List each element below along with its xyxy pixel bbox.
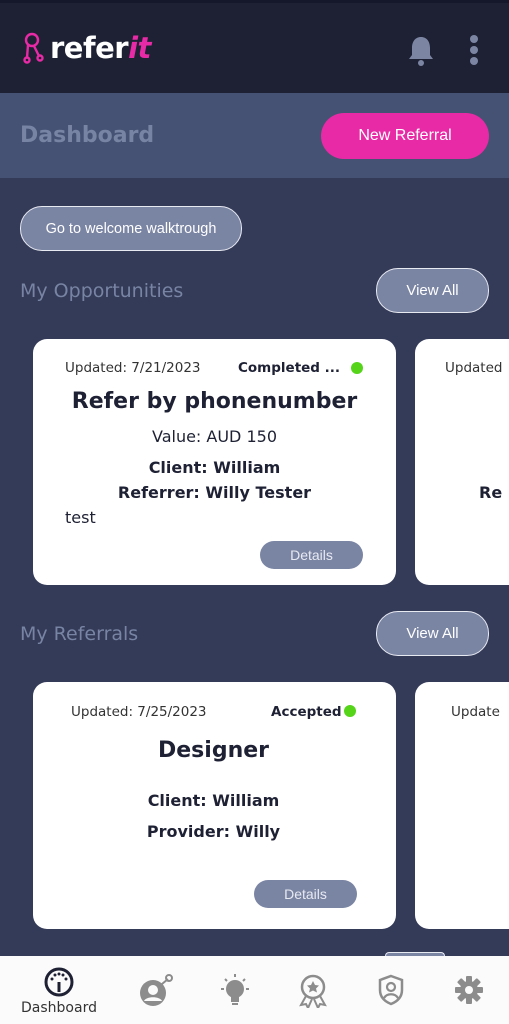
logo-text: refer: [50, 31, 129, 65]
gear-icon: [455, 976, 483, 1004]
shield-user-icon: [378, 974, 404, 1006]
bottom-nav: Dashboard: [0, 956, 509, 1024]
card-title: Refer by phonenumber: [71, 389, 358, 414]
lightbulb-icon: [221, 974, 249, 1005]
view-all-referrals-button[interactable]: View All: [376, 611, 489, 656]
logo-accent: it: [128, 31, 151, 65]
section-title-referrals: My Referrals: [20, 623, 139, 645]
card-value: Value: AUD 150: [151, 427, 277, 446]
nav-item-referrals[interactable]: [138, 974, 174, 1008]
details-button[interactable]: Details: [254, 880, 357, 908]
referral-card[interactable]: Update: [415, 682, 509, 929]
opportunity-card[interactable]: Updated: 7/21/2023 Completed ... Refer b…: [33, 339, 396, 585]
bell-icon[interactable]: [406, 35, 436, 67]
updated-date: Update: [451, 704, 500, 720]
card-client: Client: William: [147, 791, 280, 810]
updated-date: Updated: 7/25/2023: [71, 704, 207, 720]
section-title-opportunities: My Opportunities: [20, 280, 184, 302]
welcome-walkthrough-button[interactable]: Go to welcome walktrough: [20, 206, 242, 251]
nav-item-rewards[interactable]: [298, 974, 328, 1008]
updated-date: Updated: 7/21/2023: [65, 360, 201, 376]
nav-item-profile[interactable]: [377, 974, 405, 1006]
logo-icon: [23, 32, 44, 64]
status-dot: [344, 705, 356, 717]
card-provider: Provider: Willy: [146, 822, 281, 841]
status-label: Completed ...: [238, 360, 341, 376]
status-dot: [351, 362, 363, 374]
card-client: Client: William: [148, 458, 281, 477]
user-referral-icon: [140, 974, 173, 1006]
nav-label: Dashboard: [21, 1000, 97, 1016]
opportunity-card[interactable]: Updated Re: [415, 339, 509, 585]
referral-card[interactable]: Updated: 7/25/2023 Accepted Designer Cli…: [33, 682, 396, 929]
view-all-opportunities-button[interactable]: View All: [376, 268, 489, 313]
nav-item-settings[interactable]: [455, 976, 483, 1004]
card-note: test: [65, 508, 96, 527]
award-icon: [299, 974, 327, 1008]
new-referral-button[interactable]: New Referral: [321, 113, 489, 159]
card-referrer: Referrer: Willy Tester: [117, 483, 312, 502]
status-label: Accepted: [271, 704, 342, 720]
card-referrer: Re: [479, 483, 503, 502]
nav-item-ideas[interactable]: [219, 974, 251, 1008]
updated-date: Updated: [445, 360, 503, 376]
gauge-icon: [44, 967, 74, 997]
details-button[interactable]: Details: [260, 541, 363, 569]
card-title: Designer: [158, 738, 269, 763]
top-bar: referit: [0, 0, 509, 93]
more-options-icon[interactable]: [470, 35, 480, 68]
nav-item-dashboard[interactable]: Dashboard: [18, 966, 100, 1016]
logo: referit: [22, 31, 151, 65]
page-title: Dashboard: [20, 123, 155, 148]
